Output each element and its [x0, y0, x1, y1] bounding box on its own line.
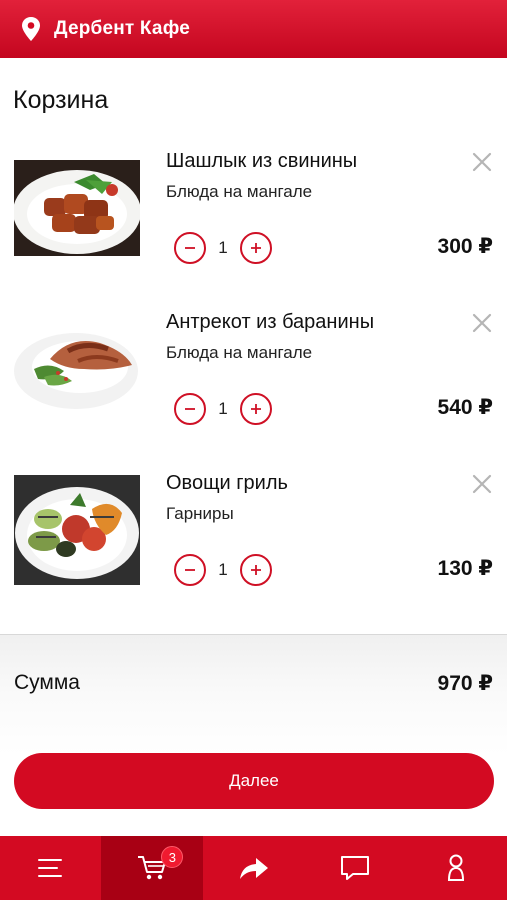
quantity-stepper: 1 [174, 232, 272, 264]
total-label: Сумма [14, 671, 80, 694]
app-header: Дербент Кафе [0, 0, 507, 58]
increase-quantity-button[interactable] [240, 232, 272, 264]
item-category: Блюда на мангале [166, 343, 313, 362]
bottom-tab-bar: 3 [0, 836, 507, 900]
remove-item-icon[interactable] [470, 311, 494, 335]
next-button[interactable]: Далее [14, 753, 494, 809]
quantity-stepper: 1 [174, 554, 272, 586]
cart-item: Овощи гриль Гарниры 1 130 ₽ [0, 472, 507, 622]
item-price: 130 ₽ [437, 557, 493, 580]
remove-item-icon[interactable] [470, 150, 494, 174]
increase-quantity-button[interactable] [240, 393, 272, 425]
item-price: 540 ₽ [437, 396, 493, 419]
tab-cart[interactable]: 3 [101, 836, 203, 900]
increase-quantity-button[interactable] [240, 554, 272, 586]
quantity-value: 1 [218, 238, 228, 257]
tab-menu[interactable] [0, 836, 101, 900]
cart-item: Антрекот из баранины Блюда на мангале 1 … [0, 311, 507, 461]
menu-icon [37, 859, 62, 877]
profile-icon [448, 854, 465, 881]
order-summary: Сумма 970 ₽ Далее [0, 635, 507, 835]
quantity-stepper: 1 [174, 393, 272, 425]
lamb-entrecote-photo [14, 321, 140, 417]
plus-icon [251, 404, 261, 414]
page-title: Корзина [13, 86, 109, 114]
quantity-value: 1 [218, 560, 228, 579]
decrease-quantity-button[interactable] [174, 554, 206, 586]
share-icon [239, 858, 268, 879]
pork-shashlik-photo [14, 160, 140, 256]
item-name: Шашлык из свинины [166, 150, 358, 172]
decrease-quantity-button[interactable] [174, 393, 206, 425]
cafe-title[interactable]: Дербент Кафе [54, 18, 190, 40]
location-pin-icon [22, 17, 40, 41]
item-name: Овощи гриль [166, 472, 288, 494]
cart-item: Шашлык из свинины Блюда на мангале 1 300… [0, 150, 507, 300]
tab-share[interactable] [203, 836, 304, 900]
item-category: Блюда на мангале [166, 182, 313, 201]
plus-icon [251, 243, 261, 253]
minus-icon [185, 569, 195, 571]
minus-icon [185, 247, 195, 249]
item-category: Гарниры [166, 504, 234, 523]
decrease-quantity-button[interactable] [174, 232, 206, 264]
quantity-value: 1 [218, 399, 228, 418]
tab-chat[interactable] [304, 836, 405, 900]
item-price: 300 ₽ [437, 235, 493, 258]
tab-profile[interactable] [406, 836, 507, 900]
total-value: 970 ₽ [437, 672, 493, 695]
cart-count-badge: 3 [161, 846, 184, 868]
chat-icon [340, 856, 369, 880]
remove-item-icon[interactable] [470, 472, 494, 496]
plus-icon [251, 565, 261, 575]
minus-icon [185, 408, 195, 410]
item-name: Антрекот из баранины [166, 311, 375, 333]
grilled-vegetables-photo [14, 475, 140, 585]
